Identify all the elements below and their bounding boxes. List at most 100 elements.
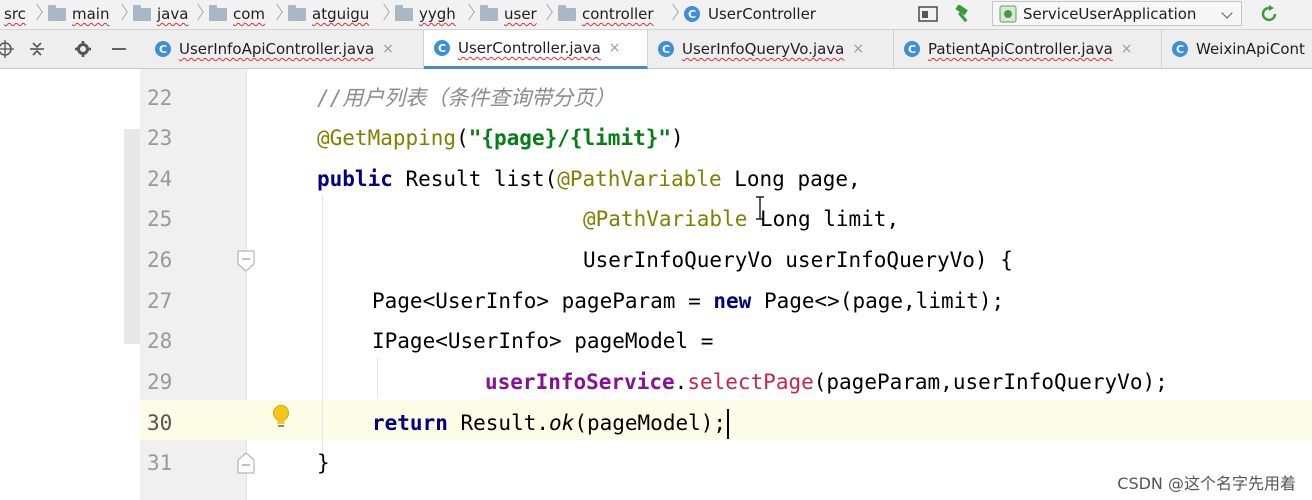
code-line-26[interactable]: UserInfoQueryVo userInfoQueryVo) {: [583, 240, 1013, 280]
editor-tab-bar: C UserInfoApiController.java × C UserCon…: [0, 30, 1312, 69]
breadcrumb-usercontroller[interactable]: C UserController: [684, 0, 816, 28]
folder-icon: [48, 4, 66, 21]
watermark: CSDN @这个名字先用着: [1117, 474, 1296, 493]
scroll-stripe: [124, 129, 140, 344]
tab-userinfoapicontroller[interactable]: C UserInfoApiController.java ×: [145, 30, 424, 68]
code-token: IPage<UserInfo> pageModel =: [372, 329, 714, 353]
code-method: selectPage: [687, 370, 814, 394]
breadcrumb-com[interactable]: com: [209, 0, 265, 28]
breadcrumb-java[interactable]: java: [133, 0, 188, 28]
code-token: (pageParam,userInfoQueryVo);: [813, 370, 1168, 394]
text-caret: [727, 409, 730, 439]
indent-guide: [377, 358, 378, 398]
tab-usercontroller[interactable]: C UserController.java ×: [424, 30, 648, 69]
tab-label: UserInfoApiController.java: [179, 40, 375, 58]
code-keyword: return: [372, 411, 448, 435]
code-line-28[interactable]: IPage<UserInfo> pageModel =: [372, 321, 713, 361]
folder-icon: [558, 4, 576, 21]
run-config-app-icon: [999, 5, 1017, 22]
tab-label: WeixinApiCont: [1196, 40, 1305, 58]
class-icon: C: [904, 41, 920, 57]
close-icon[interactable]: ×: [382, 41, 394, 57]
fold-marker-icon[interactable]: [236, 250, 256, 272]
code-annotation: @PathVariable: [557, 167, 722, 191]
tab-patientapicontroller[interactable]: C PatientApiController.java ×: [894, 30, 1162, 68]
code-line-22[interactable]: //用户列表（条件查询带分页）: [317, 78, 615, 118]
line-number: 25: [147, 207, 173, 231]
code-line-27[interactable]: Page<UserInfo> pageParam = new Page<>(pa…: [372, 281, 1004, 321]
breadcrumb-yygh[interactable]: yygh: [395, 0, 456, 28]
chevron-right-icon: [542, 4, 550, 24]
line-number: 28: [147, 329, 173, 353]
code-line-31[interactable]: }: [317, 443, 330, 483]
run-config-dropdown[interactable]: ServiceUserApplication: [992, 1, 1242, 26]
breadcrumb-label: main: [72, 5, 110, 23]
code-token: }: [317, 451, 330, 475]
lightbulb-icon[interactable]: [270, 404, 292, 430]
code-token: Result.: [447, 411, 550, 435]
indent-guide: [322, 195, 323, 455]
code-annotation: @PathVariable: [583, 207, 748, 231]
code-line-23[interactable]: @GetMapping("{page}/{limit}"): [317, 118, 684, 158]
chevron-right-icon: [32, 4, 40, 24]
close-icon[interactable]: ×: [1121, 41, 1133, 57]
breadcrumb-controller[interactable]: controller: [558, 0, 654, 28]
line-number: 30: [147, 411, 173, 435]
chevron-down-icon: [1221, 7, 1233, 19]
code-line-30[interactable]: return Result.ok(pageModel);: [372, 403, 730, 443]
code-line-29[interactable]: userInfoService.selectPage(pageParam,use…: [485, 362, 1168, 402]
minimize-icon[interactable]: [110, 40, 128, 58]
code-line-25[interactable]: @PathVariable Long limit,: [583, 199, 899, 239]
tab-userinfoqueryvo[interactable]: C UserInfoQueryVo.java ×: [648, 30, 894, 68]
code-line-24[interactable]: public Result list(@PathVariable Long pa…: [317, 159, 861, 199]
class-icon: C: [155, 41, 171, 57]
code-token: Page<>(page,limit);: [751, 289, 1005, 313]
breadcrumb-src[interactable]: src: [4, 0, 26, 28]
code-comment: //用户列表（条件查询带分页）: [317, 86, 616, 110]
target-icon[interactable]: [0, 40, 14, 58]
breadcrumb-user[interactable]: user: [480, 0, 537, 28]
line-number: 26: [147, 248, 173, 272]
code-token: Long page,: [721, 167, 861, 191]
code-token: ): [671, 126, 684, 150]
code-field: userInfoService: [485, 370, 675, 394]
tab-label: PatientApiController.java: [928, 40, 1113, 58]
navigation-bar: src main java com atguigu yygh user cont…: [0, 0, 1312, 30]
tab-label: UserInfoQueryVo.java: [682, 40, 845, 58]
line-number: 23: [147, 126, 173, 150]
close-icon[interactable]: ×: [609, 40, 621, 56]
code-method: ok: [549, 411, 575, 435]
breadcrumb-main[interactable]: main: [48, 0, 109, 28]
class-icon: C: [684, 6, 700, 22]
folder-icon: [133, 4, 151, 21]
chevron-right-icon: [117, 4, 125, 24]
breadcrumb-label: UserController: [708, 5, 816, 23]
folder-icon: [209, 4, 227, 21]
breadcrumb-label: controller: [582, 5, 654, 23]
run-config-label: ServiceUserApplication: [1023, 4, 1197, 23]
build-hammer-icon[interactable]: [953, 5, 973, 23]
tab-weixinapicontroller[interactable]: C WeixinApiCont: [1162, 30, 1312, 68]
collapse-all-icon[interactable]: [28, 40, 46, 58]
code-token: UserInfoQueryVo userInfoQueryVo) {: [583, 248, 1013, 272]
breadcrumb-label: yygh: [419, 5, 456, 23]
code-token: Page<UserInfo> pageParam =: [372, 289, 714, 313]
fold-marker-icon[interactable]: [236, 452, 256, 474]
gear-icon[interactable]: [74, 40, 92, 58]
breadcrumb-atguigu[interactable]: atguigu: [288, 0, 369, 28]
code-editor[interactable]: 22 23 24 25 26 27 28 29 30 31 //用户列表（条件查…: [0, 69, 1312, 500]
chevron-right-icon: [272, 4, 280, 24]
code-token: .: [674, 370, 688, 394]
folder-icon: [288, 4, 306, 21]
code-token: Result list(: [392, 167, 558, 191]
line-number: 22: [147, 86, 173, 110]
class-icon: C: [434, 40, 450, 56]
close-icon[interactable]: ×: [852, 41, 864, 57]
layout-icon[interactable]: [918, 5, 938, 23]
reload-icon[interactable]: [1260, 5, 1280, 23]
breadcrumb-label: atguigu: [312, 5, 370, 23]
breadcrumb-label: user: [504, 5, 537, 23]
chevron-right-icon: [464, 4, 472, 24]
breadcrumb-label: java: [157, 5, 189, 23]
folder-icon: [480, 4, 498, 21]
